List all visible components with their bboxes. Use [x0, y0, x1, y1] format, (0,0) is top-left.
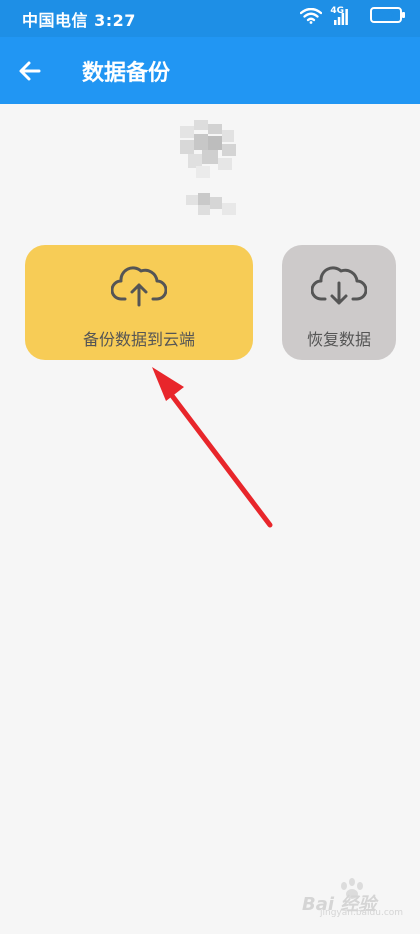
backup-to-cloud-button[interactable]: 备份数据到云端 [25, 245, 253, 360]
battery-icon: 86 [370, 7, 405, 23]
backup-label: 备份数据到云端 [82, 330, 195, 349]
watermark-url: jingyan.baidu.com [320, 908, 404, 918]
avatar [176, 120, 238, 178]
cloud-download-icon [311, 266, 367, 305]
user-name [186, 193, 236, 215]
status-bar: 中国电信 3:27 4G 86 [0, 0, 420, 37]
cloud-upload-icon [111, 266, 167, 307]
wifi-icon [300, 8, 322, 24]
carrier-time: 中国电信 3:27 [22, 11, 136, 30]
red-arrow-annotation [152, 367, 273, 528]
app-bar: 数据备份 [0, 37, 420, 104]
signal-icon [334, 9, 348, 25]
restore-data-button[interactable]: 恢复数据 [282, 245, 396, 360]
page-title: 数据备份 [82, 61, 171, 86]
restore-label: 恢复数据 [306, 330, 371, 349]
arrow-left-icon[interactable] [14, 55, 46, 87]
battery-percent: 86 [377, 8, 395, 22]
